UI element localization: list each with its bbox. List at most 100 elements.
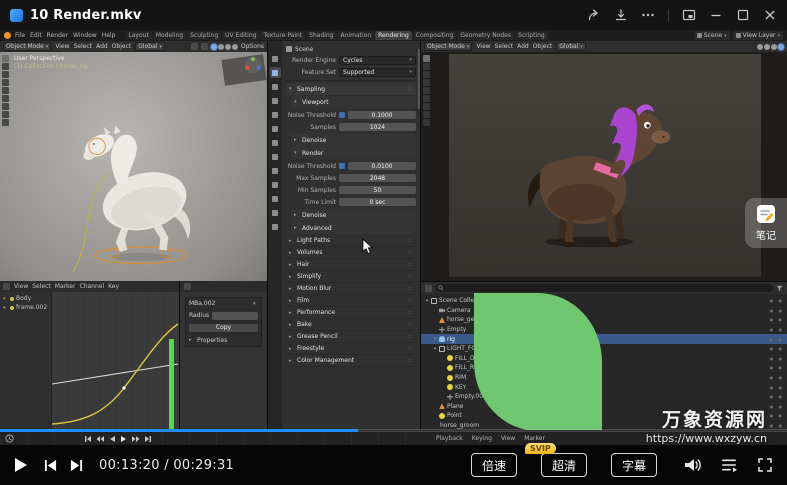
caret-icon: ▸ xyxy=(289,310,294,316)
workspace-tab-sculpting: Sculpting xyxy=(187,31,221,40)
properties-tab-constraints xyxy=(270,193,281,204)
caret-icon: ▸ xyxy=(289,346,294,352)
render-viewport-menu-select: Select xyxy=(495,43,514,50)
quality-button[interactable]: 超清 xyxy=(541,453,587,477)
render-tool-4 xyxy=(423,87,430,94)
snap-icon xyxy=(191,43,198,50)
viewport-tool-5 xyxy=(2,95,9,102)
drag-dots-icon: :: xyxy=(408,334,413,340)
workspace-tab-compositing: Compositing xyxy=(413,31,457,40)
drag-dots-icon: :: xyxy=(408,250,413,256)
minimize-icon[interactable] xyxy=(709,8,723,22)
empty-icon xyxy=(447,394,453,400)
render-tool-8 xyxy=(423,119,430,126)
channel-caret-icon: ▾ xyxy=(3,305,8,311)
section-title: Simplify xyxy=(297,273,321,280)
watermark-title: 万象资源网 xyxy=(646,405,767,432)
noise-threshold-checkbox xyxy=(339,112,345,118)
render-tool-0 xyxy=(423,55,430,62)
next-button[interactable] xyxy=(70,459,83,472)
viewport-tool-6 xyxy=(2,103,9,110)
workspace-tab-rendering: Rendering xyxy=(375,31,412,40)
mesh-icon xyxy=(439,403,445,409)
caret-icon: ▸ xyxy=(289,250,294,256)
expand-caret-icon: ▾ xyxy=(424,298,430,304)
outliner-item-label: RIM xyxy=(455,374,466,381)
outliner-item-label: FILL_R xyxy=(455,364,474,371)
drag-dots-icon: :: xyxy=(408,298,413,304)
visibility-toggles: ● ● xyxy=(770,346,784,351)
caret-icon: ▸ xyxy=(289,286,294,292)
render-tool-1 xyxy=(423,63,430,70)
viewport-overlay-text: User Perspective (1) Collection | horse_… xyxy=(14,55,88,71)
blender-menu-help: Help xyxy=(102,32,116,39)
properties-section-film: ▸Film:: xyxy=(286,295,416,307)
caret-icon: ▸ xyxy=(289,298,294,304)
caret-icon: ▸ xyxy=(289,262,294,268)
light-icon xyxy=(447,355,453,361)
channel-list: ▾Body▾frame.002 xyxy=(0,292,52,430)
download-icon[interactable] xyxy=(614,8,628,22)
transform-orientation-dropdown: Global▾ xyxy=(135,42,165,51)
mesh-icon xyxy=(439,317,445,323)
jump-to-end-icon xyxy=(144,435,152,443)
video-content[interactable]: FileEditRenderWindowHelp LayoutModelingS… xyxy=(0,30,787,445)
render-tool-7 xyxy=(423,111,430,118)
share-icon[interactable] xyxy=(587,8,601,22)
workspace-tab-animation: Animation xyxy=(338,31,375,40)
seek-bar[interactable] xyxy=(0,429,787,432)
fullscreen-icon[interactable] xyxy=(757,457,773,473)
graph-menu-marker: Marker xyxy=(55,283,76,290)
subsection-denoise-render: ▸Denoise xyxy=(291,209,416,221)
blender-ui: FileEditRenderWindowHelp LayoutModelingS… xyxy=(0,30,787,445)
render-shading-mode-icons xyxy=(757,44,784,50)
section-title: Grease Pencil xyxy=(297,333,338,340)
outliner-item-label: Point xyxy=(447,412,462,419)
drag-dots-icon: :: xyxy=(408,322,413,328)
render-viewport-menu-view: View xyxy=(476,43,490,50)
caret-icon: ▸ xyxy=(289,274,294,280)
properties-tab-render xyxy=(270,67,281,78)
section-title: Bake xyxy=(297,321,312,328)
properties-tab-world xyxy=(270,123,281,134)
blender-menu-render: Render xyxy=(47,32,68,39)
speed-button[interactable]: 倍速 xyxy=(471,453,517,477)
subsection-advanced: ▸Advanced xyxy=(291,222,416,234)
previous-button[interactable] xyxy=(44,459,57,472)
render-viewport-menu-object: Object xyxy=(533,43,553,50)
play-button[interactable] xyxy=(14,457,28,473)
viewport-samples-row: Samples1024 xyxy=(286,121,416,133)
outliner-item-label: KEY xyxy=(455,384,466,391)
maximize-icon[interactable] xyxy=(736,8,750,22)
visibility-toggles: ● ● xyxy=(770,298,784,303)
object-mini-panel: MBa.002▾ Radius Copy ▸Properties xyxy=(185,297,262,347)
caret-icon: ▸ xyxy=(289,322,294,328)
feature-set-row: Feature SetSupported▾ xyxy=(286,66,416,78)
viewport-3d: Object Mode▾ ViewSelectAddObject Global▾… xyxy=(0,41,267,281)
radius-row: Radius xyxy=(186,310,261,322)
min-samples-row: Min Samples50 xyxy=(286,184,416,196)
viewport-tool-4 xyxy=(2,87,9,94)
workspace-tab-scripting: Scripting xyxy=(515,31,548,40)
collection-icon xyxy=(431,298,437,304)
properties-row: ▸Properties xyxy=(186,334,261,346)
viewport-menu-object: Object xyxy=(112,43,132,50)
more-icon[interactable] xyxy=(641,8,655,22)
subtitle-button[interactable]: 字幕 xyxy=(611,453,657,477)
viewport-tool-1 xyxy=(2,63,9,70)
properties-tab-modifiers xyxy=(270,151,281,162)
notes-button[interactable]: 笔记 xyxy=(745,198,787,248)
playlist-icon[interactable] xyxy=(721,457,737,473)
visibility-toggles: ● ● xyxy=(770,423,784,428)
light-icon xyxy=(439,413,445,419)
volume-icon[interactable] xyxy=(683,457,701,473)
timeline-transport xyxy=(84,435,152,443)
visibility-toggles: ● ● xyxy=(770,365,784,370)
outliner-item-label: Camera xyxy=(447,307,471,314)
app-logo-icon xyxy=(10,9,23,22)
scene-selector: Scene▾ xyxy=(694,31,730,40)
pip-icon[interactable] xyxy=(682,8,696,22)
viewport-menu-select: Select xyxy=(74,43,93,50)
section-title: Freestyle xyxy=(297,345,324,352)
close-icon[interactable] xyxy=(763,8,777,22)
